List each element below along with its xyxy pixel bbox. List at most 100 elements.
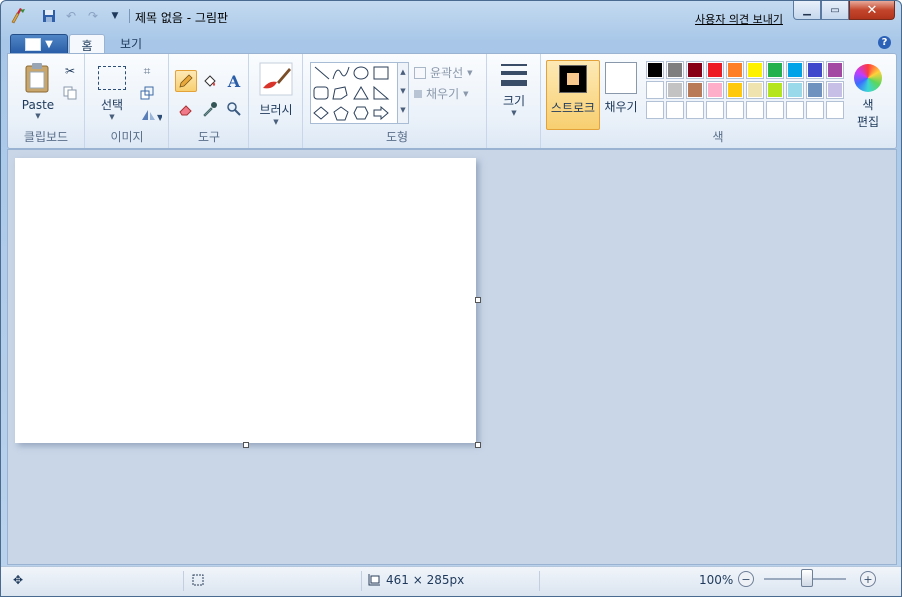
- tab-home[interactable]: 홈: [69, 34, 105, 55]
- zoom-level: 100%: [699, 573, 734, 587]
- stroke-color-button[interactable]: 스트로크: [546, 60, 600, 130]
- status-bar: ✥ 461 × 285px 100% − +: [1, 566, 901, 596]
- gallery-expand-icon[interactable]: ▼: [398, 101, 408, 120]
- palette-swatch[interactable]: [686, 101, 704, 119]
- brushes-button[interactable]: 브러시 ▼: [256, 62, 296, 126]
- zoom-out-button[interactable]: −: [738, 571, 754, 587]
- maximize-button[interactable]: ▭: [821, 1, 849, 20]
- polygon-shape-icon[interactable]: [332, 86, 348, 100]
- palette-swatch-color: [728, 83, 742, 97]
- select-button[interactable]: 선택 ▼: [94, 66, 130, 121]
- title-bar: ↶ ↷ ▼ 제목 없음 - 그림판 사용자 의견 보내기 ▁ ▭ ✕: [1, 1, 901, 31]
- palette-swatch[interactable]: [766, 61, 784, 79]
- cut-icon[interactable]: ✂: [61, 62, 79, 80]
- color-picker-tool[interactable]: [199, 98, 221, 120]
- copy-icon[interactable]: [61, 84, 79, 102]
- palette-swatch[interactable]: [706, 81, 724, 99]
- resize-handle-corner[interactable]: [475, 442, 481, 448]
- feedback-link[interactable]: 사용자 의견 보내기: [695, 11, 783, 27]
- hexagon-shape-icon[interactable]: [353, 106, 369, 120]
- magnifier-tool[interactable]: [223, 98, 245, 120]
- palette-swatch[interactable]: [646, 61, 664, 79]
- line-shape-icon[interactable]: [314, 66, 330, 80]
- paint-menu-button[interactable]: ▼: [10, 34, 68, 54]
- palette-swatch[interactable]: [786, 61, 804, 79]
- palette-swatch[interactable]: [726, 81, 744, 99]
- edit-colors-button[interactable]: 색 편집: [848, 64, 888, 130]
- palette-swatch[interactable]: [666, 101, 684, 119]
- palette-swatch[interactable]: [726, 61, 744, 79]
- crop-icon[interactable]: ⌗: [138, 62, 156, 80]
- fill-bucket-tool[interactable]: [199, 70, 221, 92]
- oval-shape-icon[interactable]: [353, 66, 369, 80]
- rounded-rectangle-shape-icon[interactable]: [313, 86, 329, 100]
- brushes-label: 브러시: [259, 103, 293, 117]
- selection-size-icon: [191, 573, 205, 587]
- palette-swatch[interactable]: [746, 81, 764, 99]
- palette-swatch[interactable]: [826, 101, 844, 119]
- paste-button[interactable]: Paste ▼: [20, 62, 56, 120]
- zoom-in-button[interactable]: +: [860, 571, 876, 587]
- palette-swatch[interactable]: [786, 81, 804, 99]
- zoom-slider-thumb[interactable]: [801, 569, 813, 587]
- shapes-gallery-scrollbar[interactable]: ▲ ▼ ▼: [397, 62, 409, 124]
- fill-color-button[interactable]: 채우기: [602, 62, 640, 115]
- palette-swatch[interactable]: [806, 61, 824, 79]
- qat-divider: [129, 9, 130, 23]
- rectangle-shape-icon[interactable]: [373, 66, 389, 80]
- palette-swatch[interactable]: [666, 61, 684, 79]
- palette-swatch[interactable]: [646, 101, 664, 119]
- palette-swatch[interactable]: [766, 101, 784, 119]
- close-button[interactable]: ✕: [849, 1, 895, 20]
- palette-swatch[interactable]: [726, 101, 744, 119]
- palette-swatch[interactable]: [706, 61, 724, 79]
- text-tool[interactable]: A: [223, 70, 245, 92]
- outline-dropdown[interactable]: 윤곽선 ▼: [414, 64, 473, 81]
- palette-swatch[interactable]: [806, 101, 824, 119]
- rotate-icon[interactable]: ▼: [138, 106, 164, 124]
- palette-swatch[interactable]: [826, 61, 844, 79]
- scroll-down-icon[interactable]: ▼: [398, 82, 408, 101]
- canvas-size-icon: [368, 574, 380, 586]
- palette-swatch[interactable]: [746, 101, 764, 119]
- size-button[interactable]: 크기 ▼: [496, 64, 532, 117]
- group-clipboard: Paste ▼ ✂ 클립보드: [8, 54, 85, 148]
- diamond-shape-icon[interactable]: [313, 106, 329, 120]
- pentagon-shape-icon[interactable]: [333, 106, 349, 121]
- customize-toolbar-icon[interactable]: ▼: [107, 8, 123, 24]
- palette-swatch[interactable]: [646, 81, 664, 99]
- drawing-canvas[interactable]: [15, 158, 476, 443]
- palette-swatch-color: [668, 83, 682, 97]
- palette-swatch[interactable]: [706, 101, 724, 119]
- undo-icon[interactable]: ↶: [63, 8, 79, 24]
- tab-view[interactable]: 보기: [111, 34, 151, 53]
- palette-swatch[interactable]: [686, 61, 704, 79]
- status-divider: [539, 571, 540, 591]
- palette-swatch-color: [808, 103, 822, 117]
- minimize-button[interactable]: ▁: [793, 1, 821, 20]
- curve-shape-icon[interactable]: [332, 66, 350, 80]
- paint-app-icon[interactable]: [9, 7, 27, 25]
- palette-swatch[interactable]: [746, 61, 764, 79]
- resize-handle-bottom[interactable]: [243, 442, 249, 448]
- palette-swatch[interactable]: [806, 81, 824, 99]
- palette-swatch[interactable]: [826, 81, 844, 99]
- palette-swatch[interactable]: [686, 81, 704, 99]
- redo-icon[interactable]: ↷: [85, 8, 101, 24]
- arrow-shape-icon[interactable]: [373, 105, 389, 121]
- pencil-tool[interactable]: [175, 70, 197, 92]
- save-icon[interactable]: [41, 8, 57, 24]
- help-icon[interactable]: ?: [878, 36, 891, 49]
- chevron-down-icon: ▼: [467, 68, 473, 77]
- caption-buttons: ▁ ▭ ✕: [793, 1, 895, 20]
- shape-fill-dropdown[interactable]: 채우기 ▼: [414, 85, 469, 102]
- eraser-tool[interactable]: [175, 98, 197, 120]
- triangle-shape-icon[interactable]: [353, 86, 369, 100]
- resize-handle-right[interactable]: [475, 297, 481, 303]
- resize-icon[interactable]: [138, 84, 156, 102]
- palette-swatch[interactable]: [666, 81, 684, 99]
- right-triangle-shape-icon[interactable]: [373, 85, 390, 100]
- palette-swatch[interactable]: [766, 81, 784, 99]
- scroll-up-icon[interactable]: ▲: [398, 63, 408, 82]
- palette-swatch[interactable]: [786, 101, 804, 119]
